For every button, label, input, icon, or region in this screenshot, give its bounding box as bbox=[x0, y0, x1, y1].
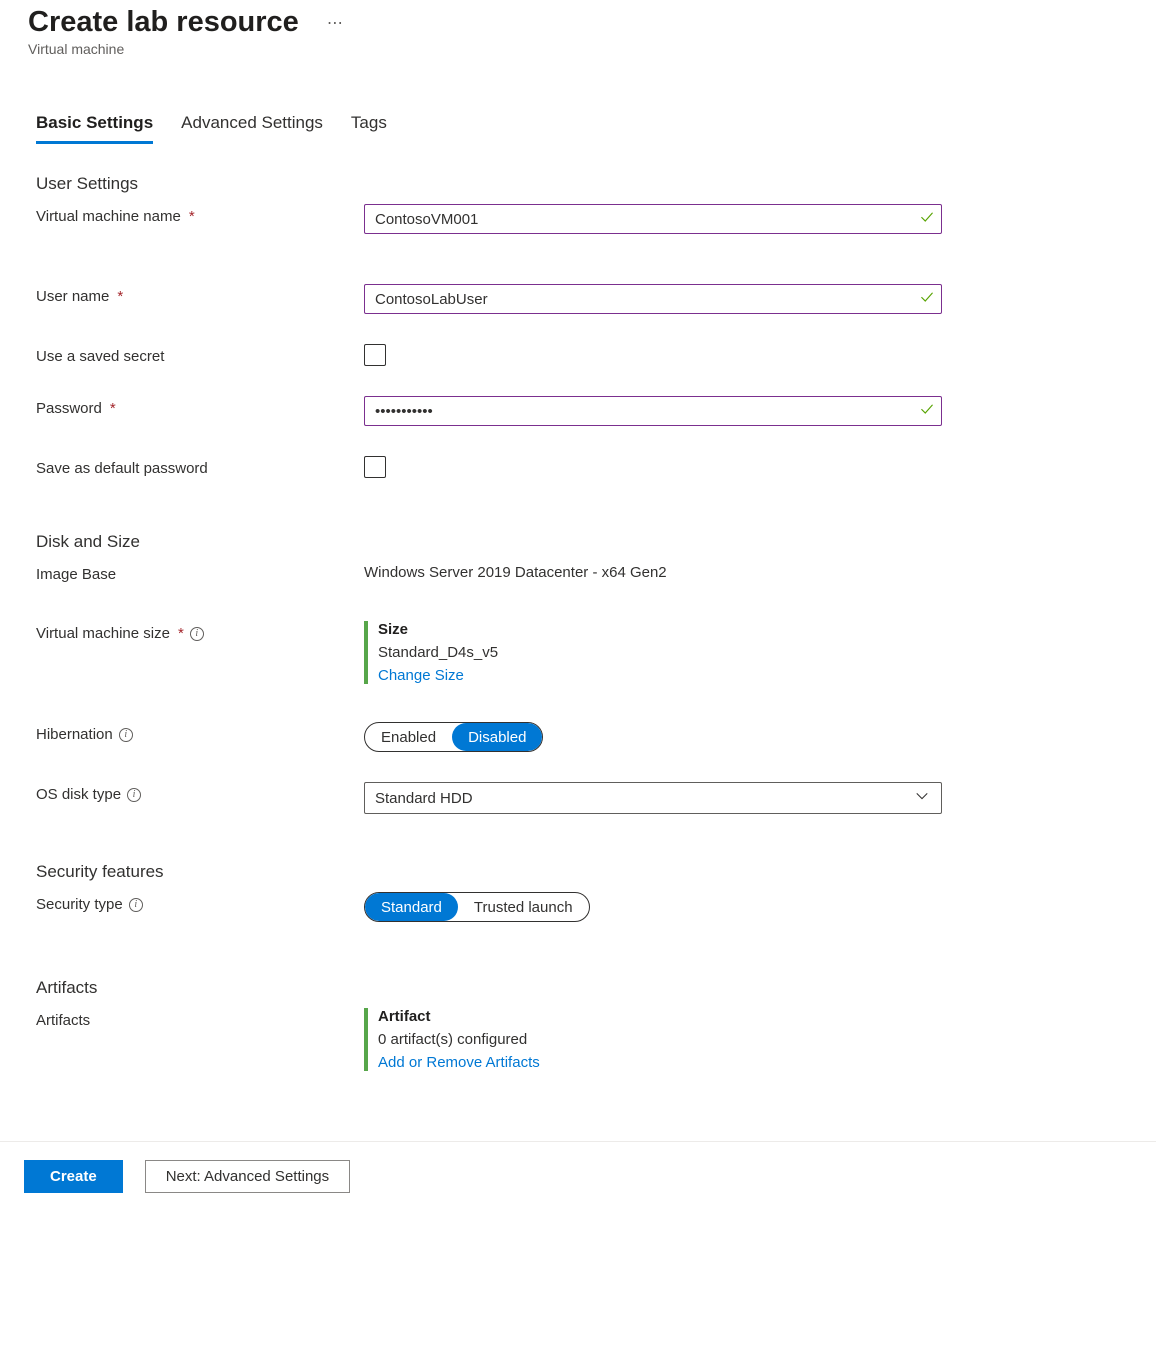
password-input[interactable] bbox=[364, 396, 942, 426]
footer-bar: Create Next: Advanced Settings bbox=[0, 1141, 1156, 1211]
os-disk-type-value: Standard HDD bbox=[375, 790, 473, 807]
security-trusted-launch-option[interactable]: Trusted launch bbox=[458, 893, 589, 921]
size-title: Size bbox=[378, 621, 942, 638]
save-default-password-label: Save as default password bbox=[36, 460, 208, 477]
required-asterisk: * bbox=[178, 625, 184, 642]
user-name-label: User name bbox=[36, 288, 109, 305]
chevron-down-icon bbox=[915, 789, 929, 807]
more-actions-button[interactable]: ⋯ bbox=[327, 13, 344, 33]
next-advanced-settings-button[interactable]: Next: Advanced Settings bbox=[145, 1160, 350, 1193]
tab-advanced-settings[interactable]: Advanced Settings bbox=[181, 113, 323, 144]
os-disk-type-label: OS disk type bbox=[36, 786, 121, 803]
hibernation-enabled-option[interactable]: Enabled bbox=[365, 723, 452, 751]
info-icon[interactable]: i bbox=[127, 788, 141, 802]
save-default-password-checkbox[interactable] bbox=[364, 456, 386, 478]
artifact-configured-count: 0 artifact(s) configured bbox=[378, 1031, 942, 1048]
tab-tags[interactable]: Tags bbox=[351, 113, 387, 144]
os-disk-type-select[interactable]: Standard HDD bbox=[364, 782, 942, 814]
required-asterisk: * bbox=[117, 288, 123, 305]
validation-check-icon bbox=[920, 291, 934, 308]
size-value: Standard_D4s_v5 bbox=[378, 644, 942, 661]
add-remove-artifacts-link[interactable]: Add or Remove Artifacts bbox=[378, 1054, 540, 1071]
password-label: Password bbox=[36, 400, 102, 417]
validation-check-icon bbox=[920, 403, 934, 420]
page-title: Create lab resource bbox=[28, 6, 299, 39]
artifacts-label: Artifacts bbox=[36, 1012, 90, 1029]
vm-name-label: Virtual machine name bbox=[36, 208, 181, 225]
section-disk-and-size: Disk and Size bbox=[36, 532, 1128, 552]
artifacts-block: Artifact 0 artifact(s) configured Add or… bbox=[364, 1008, 942, 1071]
tabs-bar: Basic Settings Advanced Settings Tags bbox=[36, 113, 1128, 144]
hibernation-toggle: Enabled Disabled bbox=[364, 722, 543, 752]
change-size-link[interactable]: Change Size bbox=[378, 667, 464, 684]
hibernation-disabled-option[interactable]: Disabled bbox=[452, 723, 542, 751]
create-button[interactable]: Create bbox=[24, 1160, 123, 1193]
user-name-input[interactable] bbox=[364, 284, 942, 314]
info-icon[interactable]: i bbox=[190, 627, 204, 641]
image-base-label: Image Base bbox=[36, 566, 116, 583]
artifact-title: Artifact bbox=[378, 1008, 942, 1025]
section-security-features: Security features bbox=[36, 862, 1128, 882]
hibernation-label: Hibernation bbox=[36, 726, 113, 743]
page-subtitle: Virtual machine bbox=[28, 41, 1128, 57]
tab-basic-settings[interactable]: Basic Settings bbox=[36, 113, 153, 144]
image-base-value: Windows Server 2019 Datacenter - x64 Gen… bbox=[364, 562, 942, 581]
security-standard-option[interactable]: Standard bbox=[365, 893, 458, 921]
use-saved-secret-label: Use a saved secret bbox=[36, 348, 164, 365]
use-saved-secret-checkbox[interactable] bbox=[364, 344, 386, 366]
required-asterisk: * bbox=[110, 400, 116, 417]
info-icon[interactable]: i bbox=[129, 898, 143, 912]
info-icon[interactable]: i bbox=[119, 728, 133, 742]
validation-check-icon bbox=[920, 211, 934, 228]
security-type-toggle: Standard Trusted launch bbox=[364, 892, 590, 922]
vm-name-input[interactable] bbox=[364, 204, 942, 234]
section-user-settings: User Settings bbox=[36, 174, 1128, 194]
required-asterisk: * bbox=[189, 208, 195, 225]
security-type-label: Security type bbox=[36, 896, 123, 913]
vm-size-label: Virtual machine size bbox=[36, 625, 170, 642]
section-artifacts: Artifacts bbox=[36, 978, 1128, 998]
vm-size-block: Size Standard_D4s_v5 Change Size bbox=[364, 621, 942, 684]
